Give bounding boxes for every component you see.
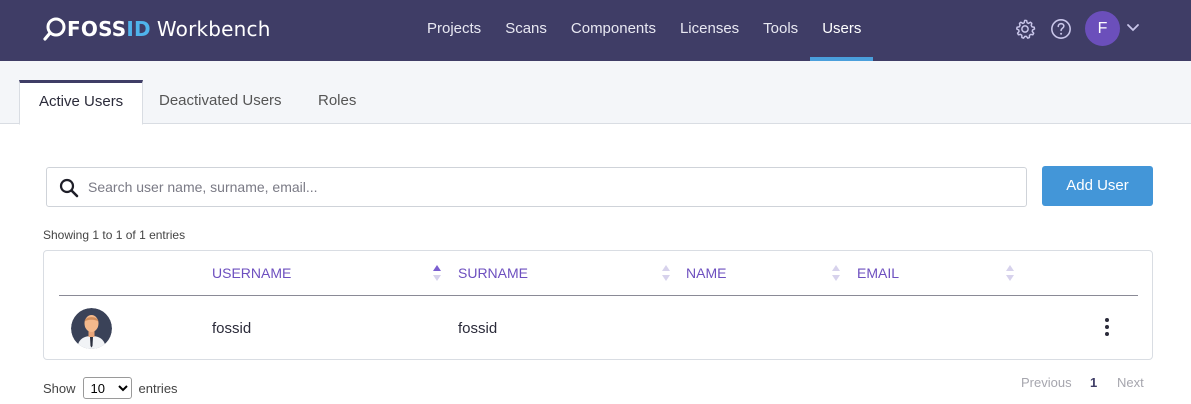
nav-licenses[interactable]: Licenses <box>668 0 751 61</box>
top-navbar: FOSSID Workbench Projects Scans Component… <box>0 0 1191 61</box>
gear-icon[interactable] <box>1014 18 1036 40</box>
user-avatar-button[interactable]: F <box>1085 11 1120 46</box>
show-label: Show <box>43 380 76 396</box>
logo-text: FOSSID Workbench <box>67 17 271 41</box>
search-box <box>46 167 1027 207</box>
users-table: USERNAME SURNAME NAME EMAIL fossid fossi… <box>43 250 1153 360</box>
search-input[interactable] <box>88 168 1008 206</box>
column-header-email[interactable]: EMAIL <box>857 265 899 281</box>
nav-projects[interactable]: Projects <box>415 0 493 61</box>
tab-roles[interactable]: Roles <box>299 80 375 124</box>
more-actions-icon[interactable] <box>1102 317 1112 337</box>
column-header-name[interactable]: NAME <box>686 265 726 281</box>
fossid-logo[interactable]: FOSSID Workbench <box>43 16 271 42</box>
tab-deactivated-users[interactable]: Deactivated Users <box>140 80 301 124</box>
add-user-button[interactable]: Add User <box>1042 166 1153 206</box>
cell-surname: fossid <box>458 320 498 337</box>
cell-username: fossid <box>212 320 252 337</box>
chevron-down-icon[interactable] <box>1126 23 1140 33</box>
nav-components[interactable]: Components <box>559 0 668 61</box>
pagination-next[interactable]: Next <box>1117 375 1144 393</box>
main-nav: Projects Scans Components Licenses Tools… <box>415 0 874 61</box>
entries-label: entries <box>138 380 178 396</box>
sort-icon[interactable] <box>661 263 671 283</box>
nav-scans[interactable]: Scans <box>493 0 559 61</box>
page-length-select[interactable]: 10 <box>82 377 132 399</box>
pagination-previous[interactable]: Previous <box>1021 375 1072 393</box>
page-length-control: Show 10 entries <box>43 377 178 399</box>
header-divider <box>59 295 1138 296</box>
tab-active-users[interactable]: Active Users <box>19 80 144 125</box>
table-info: Showing 1 to 1 of 1 entries <box>43 228 186 242</box>
tab-bar: Active Users Deactivated Users Roles <box>0 61 1191 125</box>
pagination-page-1[interactable]: 1 <box>1090 375 1097 393</box>
sort-ascending-icon[interactable] <box>432 263 442 283</box>
nav-tools[interactable]: Tools <box>751 0 810 61</box>
user-avatar <box>71 308 112 349</box>
nav-users[interactable]: Users <box>810 0 874 61</box>
sort-icon[interactable] <box>831 263 841 283</box>
search-icon <box>59 178 79 198</box>
column-header-surname[interactable]: SURNAME <box>458 265 528 281</box>
column-header-username[interactable]: USERNAME <box>212 265 291 281</box>
magnifier-logo-icon <box>43 17 66 41</box>
sort-icon[interactable] <box>1005 263 1015 283</box>
question-circle-icon[interactable] <box>1050 18 1072 40</box>
